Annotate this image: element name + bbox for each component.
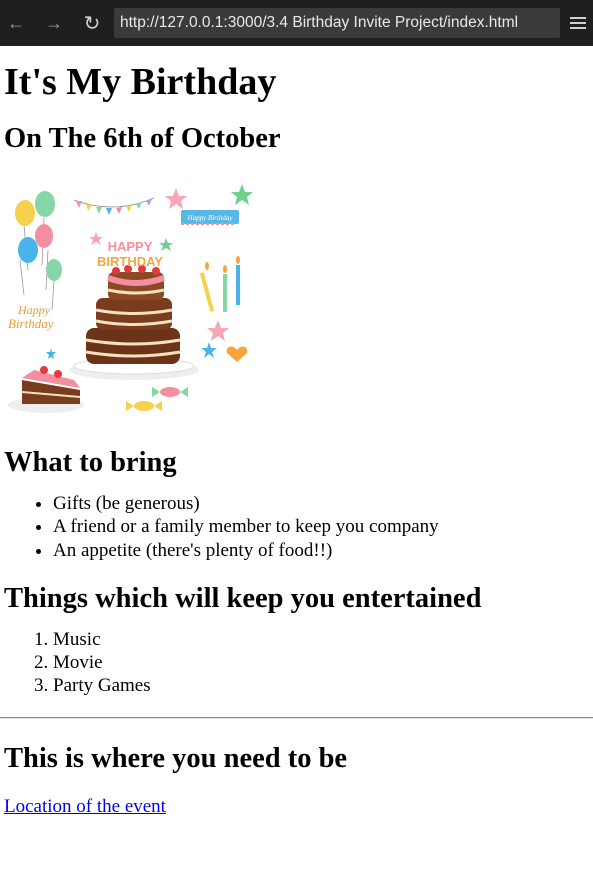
- balloons-icon: [15, 191, 62, 311]
- reload-icon[interactable]: ↻: [78, 9, 106, 37]
- birthday-cake-image: Happy Birthday Happy Birthday HAPPY BIRT…: [4, 180, 254, 424]
- location-heading: This is where you need to be: [4, 742, 348, 774]
- entertainment-list: Music Movie Party Games: [4, 628, 593, 698]
- cake-icon: HAPPY BIRTHDAY: [69, 239, 199, 380]
- browser-toolbar: ← → ↻ http://127.0.0.1:3000/3.4 Birthday…: [0, 0, 593, 46]
- heart-icon: [226, 346, 248, 362]
- list-item: Movie: [53, 651, 593, 674]
- list-item: Gifts (be generous): [53, 492, 593, 515]
- bring-list: Gifts (be generous) A friend or a family…: [4, 492, 593, 562]
- bring-heading: What to bring: [4, 447, 177, 478]
- list-item: An appetite (there's plenty of food!!): [53, 539, 593, 562]
- entertainment-heading: Things which will keep you entertained: [4, 582, 482, 614]
- script-text-2: Birthday: [8, 316, 54, 331]
- date-heading: On The 6th of October: [4, 123, 281, 154]
- address-bar[interactable]: http://127.0.0.1:3000/3.4 Birthday Invit…: [114, 8, 560, 38]
- candles-icon: [199, 256, 240, 312]
- hamburger-menu-icon[interactable]: [567, 12, 589, 34]
- list-item: Music: [53, 628, 593, 651]
- list-item: A friend or a family member to keep you …: [53, 515, 593, 538]
- back-arrow-icon[interactable]: ←: [2, 9, 30, 37]
- list-item: Party Games: [53, 674, 593, 697]
- forward-arrow-icon[interactable]: →: [40, 9, 68, 37]
- cake-topper-text-1: HAPPY: [108, 239, 153, 254]
- divider: [0, 716, 593, 719]
- bunting-icon: Happy Birthday: [73, 197, 239, 225]
- page-title: It's My Birthday: [4, 61, 277, 103]
- banner-text: Happy Birthday: [187, 214, 234, 222]
- location-section: This is where you need to be Location of…: [0, 742, 593, 818]
- location-link[interactable]: Location of the event: [4, 796, 166, 818]
- page-content: It's My Birthday On The 6th of October H…: [0, 60, 593, 698]
- script-text-1: Happy: [17, 303, 51, 317]
- cake-topper-text-2: BIRTHDAY: [97, 254, 163, 269]
- candy-icon: [126, 387, 188, 411]
